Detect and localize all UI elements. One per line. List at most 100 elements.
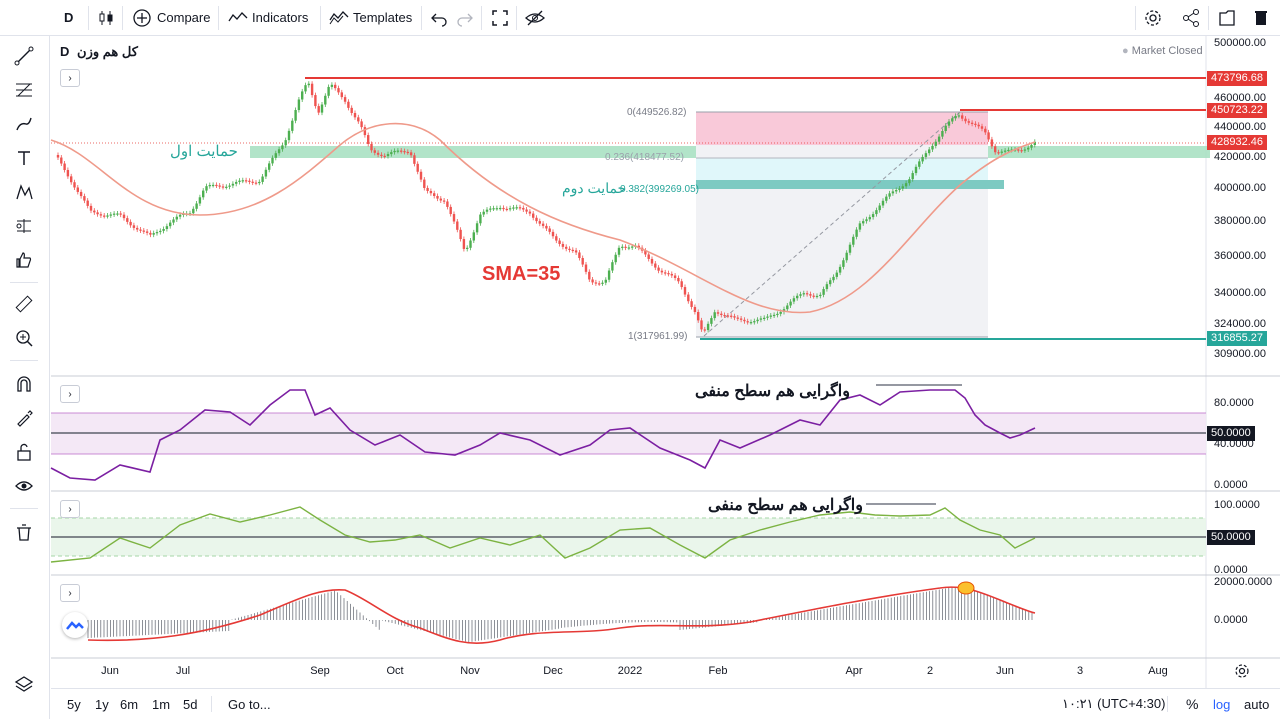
symbol-legend[interactable]: کل هم وزن D xyxy=(60,44,138,60)
range-1m[interactable]: 1m xyxy=(152,689,170,719)
candle-body xyxy=(235,181,238,184)
candle-body xyxy=(225,186,228,188)
candle-body xyxy=(551,231,555,237)
candle-body xyxy=(568,248,571,250)
clock-label[interactable]: ۱۰:۲۱ (UTC+4:30) xyxy=(1062,689,1165,719)
candle-body xyxy=(469,240,472,248)
candle-body xyxy=(607,270,611,280)
candle-body xyxy=(832,276,835,281)
candle-body xyxy=(710,318,713,324)
candle-body xyxy=(436,195,439,199)
candle-body xyxy=(700,320,703,330)
candle-body xyxy=(271,157,274,164)
candle-body xyxy=(908,179,911,184)
candle-body xyxy=(86,200,89,206)
candle-body xyxy=(987,132,990,140)
stoch-value-tag: 50.0000 xyxy=(1207,530,1255,545)
percent-toggle[interactable]: % xyxy=(1186,689,1198,719)
candle-body xyxy=(624,246,627,248)
range-5y[interactable]: 5y xyxy=(67,689,81,719)
collapse-main-button[interactable]: › xyxy=(60,69,80,87)
candle-body xyxy=(878,205,881,211)
candle-body xyxy=(875,210,878,215)
candle-body xyxy=(706,323,710,331)
candle-body xyxy=(845,252,848,261)
candle-body xyxy=(277,149,281,154)
candle-body xyxy=(650,258,654,264)
candle-body xyxy=(132,225,136,228)
candle-body xyxy=(548,228,551,232)
candle-body xyxy=(139,229,142,231)
candle-body xyxy=(208,185,211,187)
candle-body xyxy=(152,233,155,235)
range-1y[interactable]: 1y xyxy=(95,689,109,719)
log-toggle[interactable]: log xyxy=(1213,689,1230,719)
support1-label: حمایت اول xyxy=(170,143,238,160)
range-5d[interactable]: 5d xyxy=(183,689,197,719)
candle-body xyxy=(400,150,403,152)
candle-body xyxy=(766,316,769,318)
candle-body xyxy=(73,182,76,188)
bottom-bar: 5y 1y 6m 1m 5d Go to... ۱۰:۲۱ (UTC+4:30)… xyxy=(51,688,1280,719)
candle-body xyxy=(482,211,485,215)
goto-button[interactable]: Go to... xyxy=(228,689,271,719)
candle-body xyxy=(314,95,317,107)
candle-body xyxy=(677,277,680,282)
candle-body xyxy=(759,318,763,320)
rsi-axis-0: 0.0000 xyxy=(1214,479,1248,491)
last-price-tag: 428932.46 xyxy=(1207,135,1267,150)
candle-body xyxy=(555,236,558,241)
candle-body xyxy=(904,183,908,187)
candle-body xyxy=(848,244,852,253)
candle-body xyxy=(805,293,809,295)
candle-body xyxy=(994,146,997,153)
candle-body xyxy=(895,190,898,192)
candle-body xyxy=(466,247,469,249)
symbol-interval: D xyxy=(60,44,70,59)
candle-body xyxy=(231,183,235,186)
candle-body xyxy=(386,154,390,157)
candle-body xyxy=(390,152,393,155)
candle-body xyxy=(56,155,60,158)
time-axis-label: Feb xyxy=(708,665,728,677)
price-axis-label: 324000.00 xyxy=(1214,318,1266,330)
candle-body xyxy=(284,140,287,146)
candle-body xyxy=(561,243,565,247)
candle-body xyxy=(858,223,862,230)
auto-toggle[interactable]: auto xyxy=(1244,689,1269,719)
candle-body xyxy=(512,207,515,209)
time-axis-label: Aug xyxy=(1148,665,1168,677)
candle-body xyxy=(683,287,687,295)
time-axis-label: Apr xyxy=(845,665,863,677)
candle-body xyxy=(654,263,657,268)
candle-body xyxy=(268,163,271,170)
collapse-rsi-button[interactable]: › xyxy=(60,385,80,403)
candle-body xyxy=(456,221,459,230)
collapse-stoch-button[interactable]: › xyxy=(60,500,80,518)
candle-body xyxy=(70,176,73,183)
candle-body xyxy=(746,321,749,323)
candle-body xyxy=(192,208,195,214)
stoch-axis-0: 0.0000 xyxy=(1214,564,1248,576)
candle-body xyxy=(287,130,291,141)
candle-body xyxy=(667,273,670,275)
candle-body xyxy=(772,314,776,317)
candle-body xyxy=(730,315,733,317)
range-6m[interactable]: 6m xyxy=(120,689,138,719)
candle-body xyxy=(829,280,832,285)
candle-body xyxy=(802,293,805,295)
candle-body xyxy=(997,152,1000,154)
candle-body xyxy=(664,272,667,274)
candle-body xyxy=(508,208,512,210)
candle-body xyxy=(406,151,409,154)
tradingview-logo-icon[interactable] xyxy=(62,612,88,638)
candle-body xyxy=(261,176,264,182)
candle-body xyxy=(776,313,779,316)
candle-body xyxy=(522,207,525,210)
collapse-macd-button[interactable]: › xyxy=(60,584,80,602)
candle-body xyxy=(320,104,324,113)
axis-settings-gear-icon[interactable] xyxy=(1234,663,1250,684)
support-price-tag: 316855.27 xyxy=(1207,331,1267,346)
candle-body xyxy=(337,88,340,93)
candle-body xyxy=(63,163,66,171)
